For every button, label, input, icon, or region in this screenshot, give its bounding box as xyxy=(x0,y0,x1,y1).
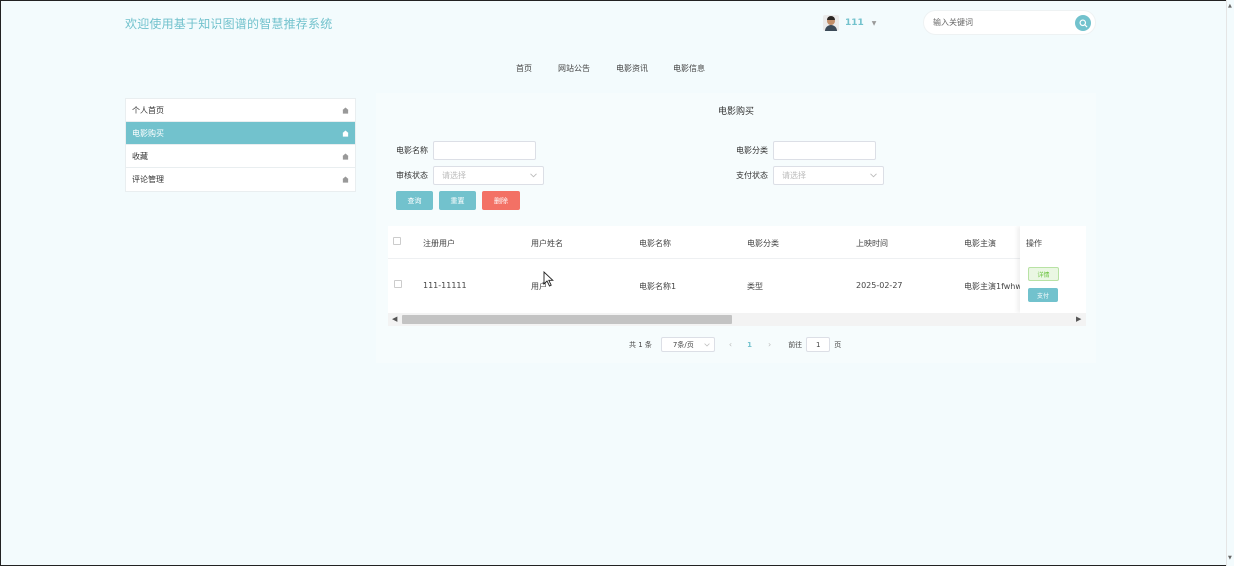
detail-button[interactable]: 详情 xyxy=(1028,267,1059,281)
review-status-select[interactable]: 请选择 xyxy=(433,166,544,185)
column-header: 用户姓名 xyxy=(531,239,563,248)
search-button[interactable] xyxy=(1075,15,1091,31)
prev-page-icon[interactable]: ‹ xyxy=(729,340,732,349)
movie-category-label: 电影分类 xyxy=(736,146,768,155)
sidebar-item-movie-purchase[interactable]: 电影购买 xyxy=(126,122,355,145)
sidebar-item-favorites[interactable]: 收藏 xyxy=(126,145,355,168)
sidebar-item-label: 电影购买 xyxy=(132,128,164,138)
goto-prefix: 前往 xyxy=(788,340,803,349)
filter-movie-name: 电影名称 xyxy=(396,141,536,160)
row-checkbox[interactable] xyxy=(394,280,402,288)
scroll-right-icon[interactable]: ▶ xyxy=(1076,315,1081,323)
cell-register-user: 111-11111 xyxy=(423,281,467,290)
pay-button[interactable]: 支付 xyxy=(1028,288,1058,302)
filter-review-status: 审核状态 请选择 xyxy=(396,166,544,185)
nav-item-home[interactable]: 首页 xyxy=(516,63,558,74)
search-box xyxy=(923,10,1096,35)
mouse-cursor-icon xyxy=(543,271,554,287)
avatar xyxy=(823,15,839,31)
sidebar: 个人首页 电影购买 收藏 评论管理 xyxy=(125,98,356,192)
select-placeholder: 请选择 xyxy=(782,171,806,180)
select-placeholder: 请选择 xyxy=(442,171,466,180)
cell-movie-name: 电影名称1 xyxy=(639,282,677,291)
scroll-left-icon[interactable]: ◀ xyxy=(392,315,397,323)
pagination: 共 1 条 7条/页 ‹ 1 › 前往 1 页 xyxy=(629,337,841,352)
chevron-down-icon: ▼ xyxy=(871,19,877,27)
pay-status-select[interactable]: 请选择 xyxy=(773,166,884,185)
sidebar-item-profile[interactable]: 个人首页 xyxy=(126,99,355,122)
column-header: 电影分类 xyxy=(747,239,779,248)
home-icon xyxy=(342,129,349,137)
next-page-icon[interactable]: › xyxy=(768,340,771,349)
scrollbar-thumb[interactable] xyxy=(402,315,732,324)
search-input[interactable] xyxy=(933,18,1063,27)
cell-release-date: 2025-02-27 xyxy=(856,281,903,290)
cell-lead-actor: 电影主演1fwhwq xyxy=(964,282,1027,291)
home-icon xyxy=(342,152,349,160)
movie-name-label: 电影名称 xyxy=(396,146,428,155)
table-row: 111-11111 用户 电影名称1 类型 2025-02-27 电影主演1fw… xyxy=(388,259,1086,313)
sidebar-item-comments[interactable]: 评论管理 xyxy=(126,168,355,191)
purchase-table: 注册用户 用户姓名 电影名称 电影分类 上映时间 电影主演 111-11111 … xyxy=(388,226,1086,313)
page-title: 电影购买 xyxy=(717,107,754,117)
sidebar-item-label: 评论管理 xyxy=(132,175,164,184)
column-header: 电影名称 xyxy=(639,239,671,248)
chevron-down-icon xyxy=(530,173,537,178)
review-status-label: 审核状态 xyxy=(396,171,428,180)
page-vertical-scrollbar[interactable]: ▲ ▼ xyxy=(1226,0,1234,566)
reset-button[interactable]: 重置 xyxy=(439,191,476,210)
select-all-checkbox[interactable] xyxy=(393,237,401,245)
home-icon xyxy=(342,106,349,114)
top-nav: 首页 网站公告 电影资讯 电影信息 xyxy=(516,63,713,74)
delete-button[interactable]: 删除 xyxy=(482,191,520,210)
goto-suffix: 页 xyxy=(834,340,842,349)
page-size-value: 7条/页 xyxy=(672,340,694,349)
column-header: 上映时间 xyxy=(856,239,888,248)
chevron-down-icon xyxy=(870,173,877,178)
filter-movie-category: 电影分类 xyxy=(736,141,876,160)
nav-item-announcements[interactable]: 网站公告 xyxy=(558,63,616,74)
app-title: 欢迎使用基于知识图谱的智慧推荐系统 xyxy=(125,17,333,31)
page-size-select[interactable]: 7条/页 xyxy=(660,337,715,352)
pay-status-label: 支付状态 xyxy=(736,171,768,180)
column-header: 注册用户 xyxy=(423,239,455,248)
pagination-total: 共 1 条 xyxy=(629,340,652,349)
query-button[interactable]: 查询 xyxy=(396,191,433,210)
sidebar-item-label: 收藏 xyxy=(132,151,148,161)
user-menu[interactable]: 111 ▼ xyxy=(823,15,876,31)
movie-category-input[interactable] xyxy=(773,141,876,160)
nav-item-movie-info[interactable]: 电影信息 xyxy=(673,63,713,74)
column-header: 操作 xyxy=(1026,239,1042,248)
chevron-down-icon xyxy=(704,342,710,347)
scroll-up-icon[interactable]: ▲ xyxy=(1228,3,1232,9)
table-horizontal-scrollbar[interactable]: ◀ ▶ xyxy=(388,313,1086,326)
sidebar-item-label: 个人首页 xyxy=(132,105,164,115)
scroll-down-icon[interactable]: ▼ xyxy=(1228,555,1232,561)
current-page[interactable]: 1 xyxy=(747,341,752,349)
operations-column: 操作 详情 支付 xyxy=(1020,226,1086,313)
search-icon xyxy=(1078,18,1088,28)
main-panel: 电影购买 电影名称 电影分类 审核状态 请选择 支付状态 请选择 查询 重置 删… xyxy=(376,93,1096,363)
movie-name-input[interactable] xyxy=(433,141,536,160)
home-icon xyxy=(342,176,349,183)
table-header: 注册用户 用户姓名 电影名称 电影分类 上映时间 电影主演 xyxy=(388,226,1086,259)
column-header: 电影主演 xyxy=(964,239,996,248)
goto-page-input[interactable]: 1 xyxy=(806,337,831,352)
filter-pay-status: 支付状态 请选择 xyxy=(736,166,884,185)
username: 111 xyxy=(845,18,864,28)
cell-movie-category: 类型 xyxy=(747,282,763,291)
nav-item-movie-news[interactable]: 电影资讯 xyxy=(616,63,673,74)
